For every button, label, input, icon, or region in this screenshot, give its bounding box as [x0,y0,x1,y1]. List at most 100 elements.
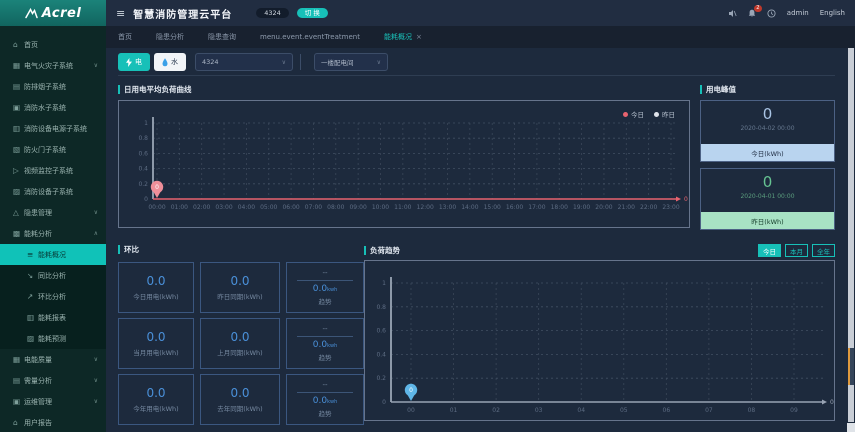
daily-load-chart[interactable]: 今日 昨日 0 0.2 0.4 0.6 0.8 1 0 00:00 01:00 02:00 03:00… [118,100,690,228]
lightning-icon [126,57,132,67]
electric-filter-button[interactable]: 电 [118,53,150,71]
notification-count-badge: 2 [753,4,762,12]
sidebar-item-energy-forecast[interactable]: ▨ 能耗预测 [0,328,106,349]
daily-load-title: 日用电平均负荷曲线 [118,84,690,95]
divider [297,280,353,281]
peak-card-yesterday: 0 2020-04-01 00:00 昨日(kWh) [700,168,835,230]
svg-text:09: 09 [790,407,798,414]
sidebar-item-mom-analysis[interactable]: ↗ 环比分析 [0,286,106,307]
sidebar-item-fire-power[interactable]: ▥ 消防设备电源子系统 [0,118,106,139]
svg-text:08: 08 [748,407,756,414]
sidebar-item-energy-report[interactable]: ▥ 能耗报表 [0,307,106,328]
svg-text:1: 1 [382,280,386,287]
svg-text:20:00: 20:00 [595,204,612,211]
svg-text:13:00: 13:00 [439,204,456,211]
sidebar-item-energy-analysis[interactable]: ▩ 能耗分析 ∧ [0,223,106,244]
tab-label: 隐患分析 [156,33,184,41]
fire-door-icon: ▧ [13,145,21,154]
fire-device-icon: ▨ [13,187,21,196]
energy-report-icon: ▥ [27,313,35,322]
svg-text:06:00: 06:00 [282,204,299,211]
switch-project-button[interactable]: 切 换 [296,7,328,19]
stat-label: 昨日同期(kWh) [217,293,263,301]
acrel-logo-icon [24,7,38,19]
sidebar-item-yoy-analysis[interactable]: ↘ 同比分析 [0,265,106,286]
load-trend-title: 负荷趋势 [364,245,400,256]
close-icon[interactable]: × [416,33,422,41]
range-button-2[interactable]: 全年 [812,244,835,257]
water-filter-button[interactable]: 水 [154,53,186,71]
chevron-down-icon: ∨ [93,62,98,69]
range-button-1[interactable]: 本月 [785,244,808,257]
legend-label: 今日 [631,111,644,119]
scrollbar-thumb[interactable] [848,348,854,385]
peak-date: 2020-04-01 00:00 [740,193,795,200]
trend-card: -- 0.0kwh 趋势 [286,318,364,369]
chevron-down-icon: ∨ [93,356,98,363]
tab-bar: 首页 隐患分析 隐患查询 menu.event.eventTreatment 能耗概况 × [106,26,855,48]
sidebar-item-label: 消防设备子系统 [24,187,73,196]
room-select[interactable]: 一楼配电间 ∨ [314,53,388,71]
sidebar-item-smoke-control[interactable]: ▤ 防排烟子系统 [0,76,106,97]
user-menu[interactable]: admin [787,9,809,17]
sidebar-item-electric-fire[interactable]: ▦ 电气火灾子系统 ∨ [0,55,106,76]
svg-text:0: 0 [382,399,386,406]
divider [118,75,835,76]
sidebar-item-energy-overview[interactable]: ≡ 能耗概况 [0,244,106,265]
user-report-icon: ⌂ [13,418,18,427]
tab-1[interactable]: 隐患分析 [156,32,184,42]
svg-text:01:00: 01:00 [171,204,188,211]
sidebar-item-hazard-manage[interactable]: △ 隐患管理 ∨ [0,202,106,223]
legend-item[interactable]: 今日 [623,109,644,119]
sidebar-item-power-quality[interactable]: ▦ 电能质量 ∨ [0,349,106,370]
language-switch[interactable]: English [820,9,845,17]
svg-text:12:00: 12:00 [417,204,434,211]
sidebar-item-home[interactable]: ⌂ 首页 [0,34,106,55]
trend-percent: -- [322,381,328,389]
svg-text:08:00: 08:00 [327,204,344,211]
tab-0[interactable]: 首页 [118,32,132,42]
peak-card-today: 0 2020-04-02 00:00 今日(kWh) [700,100,835,162]
load-trend-chart[interactable]: 0 0.2 0.4 0.6 0.8 1 0 00 01 02 03 04 05 06 07 08 09 0 [364,260,835,421]
trend-label: 趋势 [318,298,332,306]
tab-label: menu.event.eventTreatment [260,33,360,41]
sidebar-item-label: 视频监控子系统 [24,166,73,175]
content: 电 水 4324 ∨ 一楼配电间 ∨ 日用电平均负荷曲线 今日 昨日 0 0.2… [106,48,847,432]
legend-label: 昨日 [662,111,675,119]
hamburger-menu-icon[interactable]: ≡ [116,7,125,20]
sidebar-item-fire-water[interactable]: ▣ 消防水子系统 [0,97,106,118]
tab-3[interactable]: menu.event.eventTreatment [260,33,360,41]
peak-label: 昨日(kWh) [701,212,834,229]
sidebar-item-label: 能耗报表 [38,313,66,322]
sidebar-menu: ⌂ 首页 ▦ 电气火灾子系统 ∨ ▤ 防排烟子系统 ▣ 消防水子系统 ▥ 消防设备电源子系统 ▧ 防火门… [0,26,106,432]
range-button-0[interactable]: 今日 [758,244,781,257]
trend-card: -- 0.0kwh 趋势 [286,374,364,425]
svg-text:01: 01 [450,407,458,414]
trend-label: 趋势 [318,354,332,362]
device-select[interactable]: 4324 ∨ [195,53,293,71]
chevron-down-icon: ∨ [93,209,98,216]
peak-title: 用电峰值 [700,84,835,95]
sidebar-item-ops-manage[interactable]: ▣ 运维管理 ∨ [0,391,106,412]
chevron-down-icon: ∨ [93,377,98,384]
bell-icon[interactable]: 2 [748,4,762,18]
legend-item[interactable]: 昨日 [654,109,675,119]
chevron-down-icon: ∨ [281,58,286,66]
sidebar-item-label: 防排烟子系统 [24,82,66,91]
clock-icon[interactable] [767,8,776,18]
sidebar-item-fire-device[interactable]: ▨ 消防设备子系统 [0,181,106,202]
sound-off-icon[interactable] [728,9,737,18]
legend-dot-icon [623,111,628,117]
svg-text:0: 0 [830,399,834,406]
sidebar-item-user-report[interactable]: ⌂ 用户报告 [0,412,106,432]
svg-text:04: 04 [577,407,585,414]
tab-4[interactable]: 能耗概况 × [384,32,422,42]
sidebar-item-fire-door[interactable]: ▧ 防火门子系统 [0,139,106,160]
tab-label: 首页 [118,33,132,41]
tab-2[interactable]: 隐患查询 [208,32,236,42]
sidebar-submenu: ≡ 能耗概况 ↘ 同比分析 ↗ 环比分析 ▥ 能耗报表 ▨ 能耗预测 [0,244,106,349]
sidebar-item-video-monitor[interactable]: ▷ 视频监控子系统 [0,160,106,181]
svg-text:0.8: 0.8 [376,304,386,311]
svg-text:11:00: 11:00 [394,204,411,211]
sidebar-item-demand-analysis[interactable]: ▤ 需量分析 ∨ [0,370,106,391]
